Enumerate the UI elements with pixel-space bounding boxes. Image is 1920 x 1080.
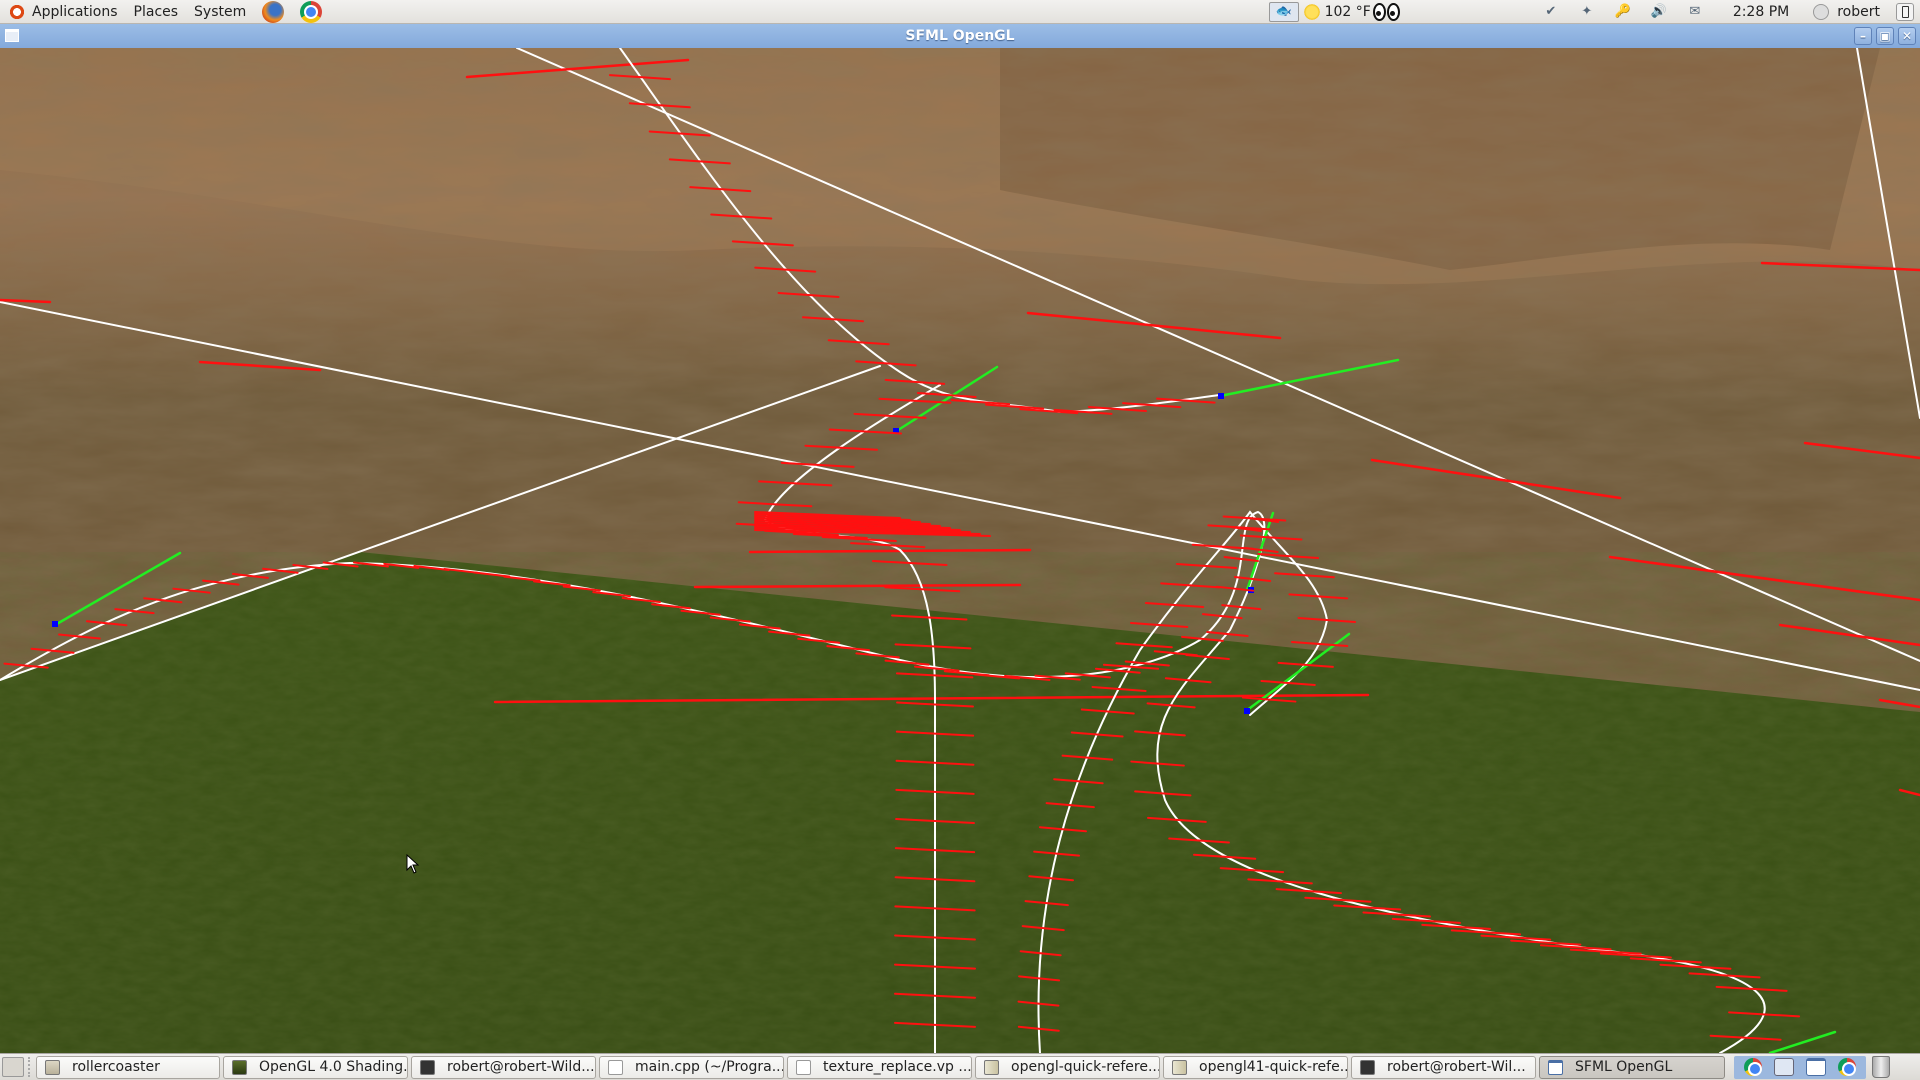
task-rollercoaster[interactable]: rollercoaster xyxy=(36,1055,220,1079)
mail-icon[interactable]: ✉ xyxy=(1685,2,1705,22)
task-opengl41-quick-ref[interactable]: opengl41-quick-refe... xyxy=(1163,1055,1348,1079)
document-icon xyxy=(984,1059,999,1075)
system-menu-label: System xyxy=(194,3,247,20)
task-label: opengl41-quick-refe... xyxy=(1199,1059,1348,1075)
terminal-icon xyxy=(420,1059,435,1075)
task-opengl-quick-ref[interactable]: opengl-quick-refere... xyxy=(975,1055,1160,1079)
user-menu[interactable]: robert xyxy=(1803,3,1890,20)
task-label: main.cpp (~/Progra... xyxy=(635,1059,784,1075)
chrome-window-icon[interactable] xyxy=(1838,1058,1856,1076)
applications-menu-label: Applications xyxy=(32,3,118,20)
book-icon xyxy=(232,1059,247,1075)
xeyes-applet-icon xyxy=(1372,2,1401,21)
firefox-icon[interactable] xyxy=(262,0,285,23)
window-title: SFML OpenGL xyxy=(905,28,1015,44)
network-key-icon[interactable]: 🔑 xyxy=(1613,2,1633,22)
text-editor-icon xyxy=(796,1059,811,1075)
workspace-switcher[interactable] xyxy=(1734,1055,1866,1079)
chrome-icon[interactable] xyxy=(300,0,323,23)
task-label: robert@robert-Wild... xyxy=(447,1059,595,1075)
workspace-2-icon[interactable] xyxy=(1774,1058,1794,1076)
task-sfml-opengl[interactable]: SFML OpenGL xyxy=(1539,1055,1725,1079)
top-panel: Applications Places System 🐟 102 °F ✔ ✦ … xyxy=(0,0,1920,24)
chrome-window-icon[interactable] xyxy=(1744,1058,1762,1076)
update-notifier-icon[interactable]: ✔ xyxy=(1541,2,1561,22)
terminal-icon xyxy=(1360,1059,1375,1075)
task-terminal-2[interactable]: robert@robert-Wil... xyxy=(1351,1055,1536,1079)
weather-icon[interactable] xyxy=(1302,2,1321,21)
task-label: SFML OpenGL xyxy=(1575,1059,1673,1075)
text-editor-icon xyxy=(608,1059,623,1075)
clock[interactable]: 2:28 PM xyxy=(1719,4,1803,20)
task-opengl-shading[interactable]: OpenGL 4.0 Shading... xyxy=(223,1055,408,1079)
bottom-taskbar: rollercoaster OpenGL 4.0 Shading... robe… xyxy=(0,1053,1920,1080)
window-menu-icon[interactable] xyxy=(5,29,19,42)
close-button[interactable]: ✕ xyxy=(1898,27,1916,45)
system-menu[interactable]: System xyxy=(186,0,254,24)
user-icon xyxy=(1813,3,1830,20)
task-label: robert@robert-Wil... xyxy=(1387,1059,1526,1075)
show-desktop-button[interactable] xyxy=(2,1057,24,1077)
opengl-viewport[interactable] xyxy=(0,48,1920,1053)
task-terminal-1[interactable]: robert@robert-Wild... xyxy=(411,1055,596,1079)
window-icon xyxy=(1548,1059,1563,1075)
document-icon xyxy=(1172,1059,1187,1075)
places-menu-label: Places xyxy=(133,3,179,20)
indicator-area: 🐟 102 °F xyxy=(1263,0,1407,24)
task-label: opengl-quick-refere... xyxy=(1011,1059,1160,1075)
maximize-button[interactable]: ▣ xyxy=(1876,27,1894,45)
taskbar-grip[interactable] xyxy=(28,1057,32,1077)
task-main-cpp[interactable]: main.cpp (~/Progra... xyxy=(599,1055,784,1079)
places-menu[interactable]: Places xyxy=(126,0,187,24)
ubuntu-logo-icon xyxy=(8,2,26,21)
applications-menu[interactable]: Applications xyxy=(0,0,126,24)
minimize-button[interactable]: – xyxy=(1854,27,1872,45)
task-label: OpenGL 4.0 Shading... xyxy=(259,1059,408,1075)
folder-icon xyxy=(45,1059,60,1075)
user-name: robert xyxy=(1837,3,1880,20)
shutdown-icon[interactable] xyxy=(1896,2,1914,21)
window-titlebar[interactable]: SFML OpenGL – ▣ ✕ xyxy=(0,24,1920,48)
volume-icon[interactable]: 🔊 xyxy=(1649,2,1669,22)
fish-applet-icon[interactable]: 🐟 xyxy=(1268,1,1299,22)
task-label: texture_replace.vp ... xyxy=(823,1059,972,1075)
trash-icon[interactable] xyxy=(1872,1056,1890,1078)
system-tray: ✔ ✦ 🔑 🔊 ✉ xyxy=(1527,0,1719,24)
workspace-3-icon[interactable] xyxy=(1806,1058,1826,1076)
task-label: rollercoaster xyxy=(72,1059,160,1075)
dropbox-icon[interactable]: ✦ xyxy=(1577,2,1597,22)
weather-temperature[interactable]: 102 °F xyxy=(1325,4,1371,20)
scene-canvas xyxy=(0,48,1920,1053)
task-texture-replace[interactable]: texture_replace.vp ... xyxy=(787,1055,972,1079)
